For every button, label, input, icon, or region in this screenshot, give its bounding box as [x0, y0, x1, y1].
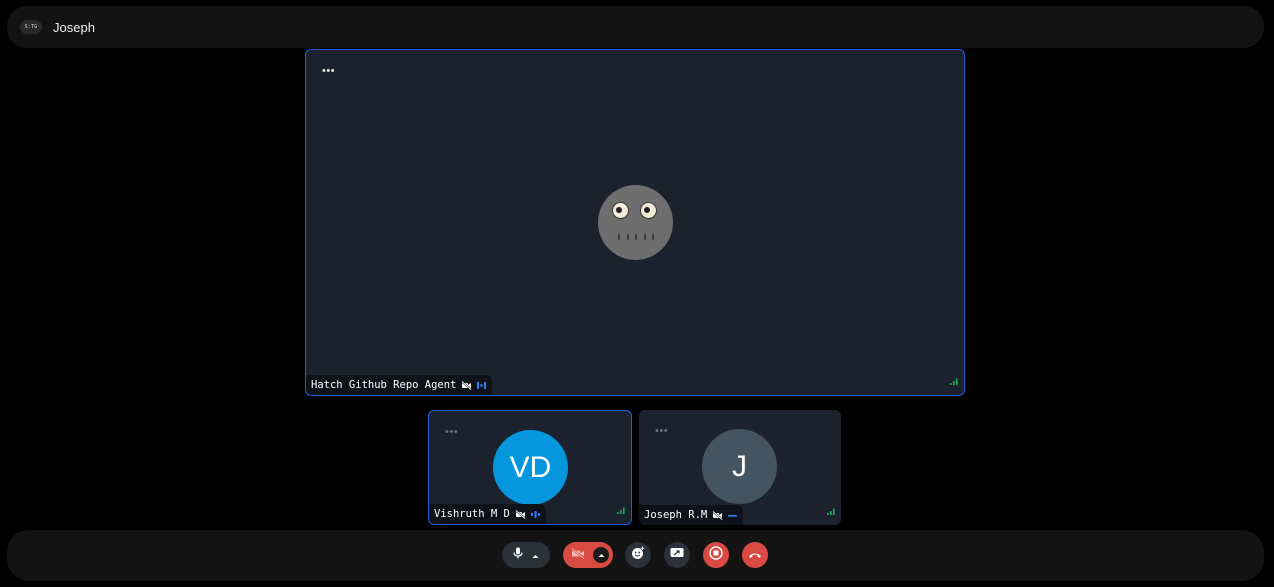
camera-off-icon — [515, 509, 526, 519]
participant-name-tag: Vishruth M D — [429, 504, 546, 524]
audio-muted-indicator-icon — [728, 511, 738, 520]
top-bar: S:TG Joseph — [7, 6, 1264, 48]
participant-avatar: VD — [493, 430, 568, 505]
mic-options-chevron-icon[interactable] — [532, 546, 539, 564]
emoji-icon — [631, 546, 645, 565]
avatar-mouth — [618, 234, 654, 240]
connection-signal-icon — [827, 502, 835, 520]
participant-name: Vishruth M D — [434, 508, 510, 520]
participant-name: Joseph R.M — [644, 509, 708, 521]
tile-menu-button[interactable]: ••• — [655, 426, 668, 437]
mic-icon — [513, 546, 523, 564]
call-controls-bar — [7, 530, 1264, 581]
current-user-name: Joseph — [53, 19, 95, 35]
participant-name-tag: Joseph R.M — [639, 505, 744, 525]
share-screen-button[interactable] — [664, 542, 690, 568]
screen-share-icon — [670, 546, 684, 564]
camera-button[interactable] — [563, 542, 613, 568]
participant-name-tag: Hatch Github Repo Agent — [306, 375, 493, 395]
record-button[interactable] — [703, 542, 729, 568]
reactions-button[interactable] — [625, 542, 651, 568]
connection-signal-icon — [617, 501, 625, 519]
leave-call-button[interactable] — [742, 542, 768, 568]
participant-tile[interactable]: ••• J Joseph R.M — [639, 410, 841, 525]
connection-signal-icon — [950, 372, 958, 390]
camera-off-icon — [571, 546, 585, 564]
camera-off-icon — [461, 380, 473, 390]
audio-level-icon — [530, 510, 540, 519]
microphone-button[interactable] — [502, 542, 550, 568]
participant-avatar: J — [702, 429, 777, 504]
tile-menu-button[interactable]: ••• — [322, 66, 335, 77]
main-video-tile[interactable]: ••• Hatch Github Repo Agent — [305, 49, 965, 396]
record-icon — [709, 545, 723, 565]
avatar-right-eye — [640, 202, 657, 219]
agent-avatar — [598, 185, 673, 260]
tile-menu-button[interactable]: ••• — [445, 427, 458, 438]
app-logo: S:TG — [20, 20, 42, 34]
avatar-left-eye — [612, 202, 629, 219]
camera-options-chevron-icon[interactable] — [593, 547, 609, 563]
audio-level-icon — [477, 381, 487, 390]
participant-name: Hatch Github Repo Agent — [311, 379, 457, 391]
hang-up-icon — [748, 546, 762, 564]
participant-tile[interactable]: ••• VD Vishruth M D — [428, 410, 632, 525]
camera-off-icon — [712, 510, 723, 520]
